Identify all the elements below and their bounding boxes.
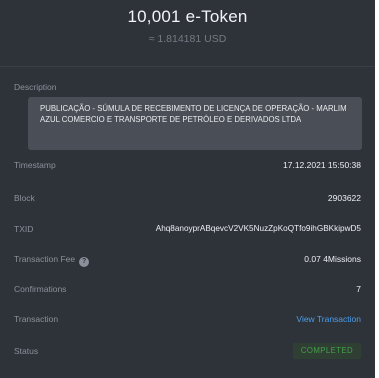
block-value: 2903622 [327, 193, 361, 203]
help-icon[interactable]: ? [79, 257, 90, 267]
confirmations-value: 7 [356, 284, 361, 294]
transaction-fee-value: 0.07 4Missions [304, 254, 361, 264]
transaction-label: Transaction [14, 314, 59, 324]
status-badge: COMPLETED [292, 343, 361, 359]
timestamp-value: 17.12.2021 15:50:38 [283, 160, 361, 170]
transaction-details-panel: 10,001 e-Token ≈ 1.814181 USD Descriptio… [0, 0, 379, 378]
confirmations-label: Confirmations [14, 284, 67, 294]
transaction-fee-label: Transaction Fee? [14, 254, 90, 267]
timestamp-label: Timestamp [14, 160, 56, 170]
transaction-fee-label-text: Transaction Fee [14, 254, 76, 264]
token-amount: 10,001 e-Token [127, 7, 248, 26]
fiat-equivalent: ≈ 1.814181 USD [148, 33, 227, 45]
description-box: PUBLICAÇÃO - SÚMULA DE RECEBIMENTO DE LI… [28, 97, 362, 150]
header-divider [0, 66, 375, 67]
txid-value: Ahq8anoyprABqevcV2VK5NuzZpKoQTfo9ihGBKki… [155, 224, 361, 233]
view-transaction-link[interactable]: View Transaction [296, 314, 361, 324]
description-label: Description [14, 82, 57, 92]
status-label: Status [14, 346, 39, 356]
block-label: Block [14, 193, 35, 203]
panel-content: 10,001 e-Token ≈ 1.814181 USD Descriptio… [0, 0, 375, 378]
txid-label: TXID [14, 224, 34, 234]
